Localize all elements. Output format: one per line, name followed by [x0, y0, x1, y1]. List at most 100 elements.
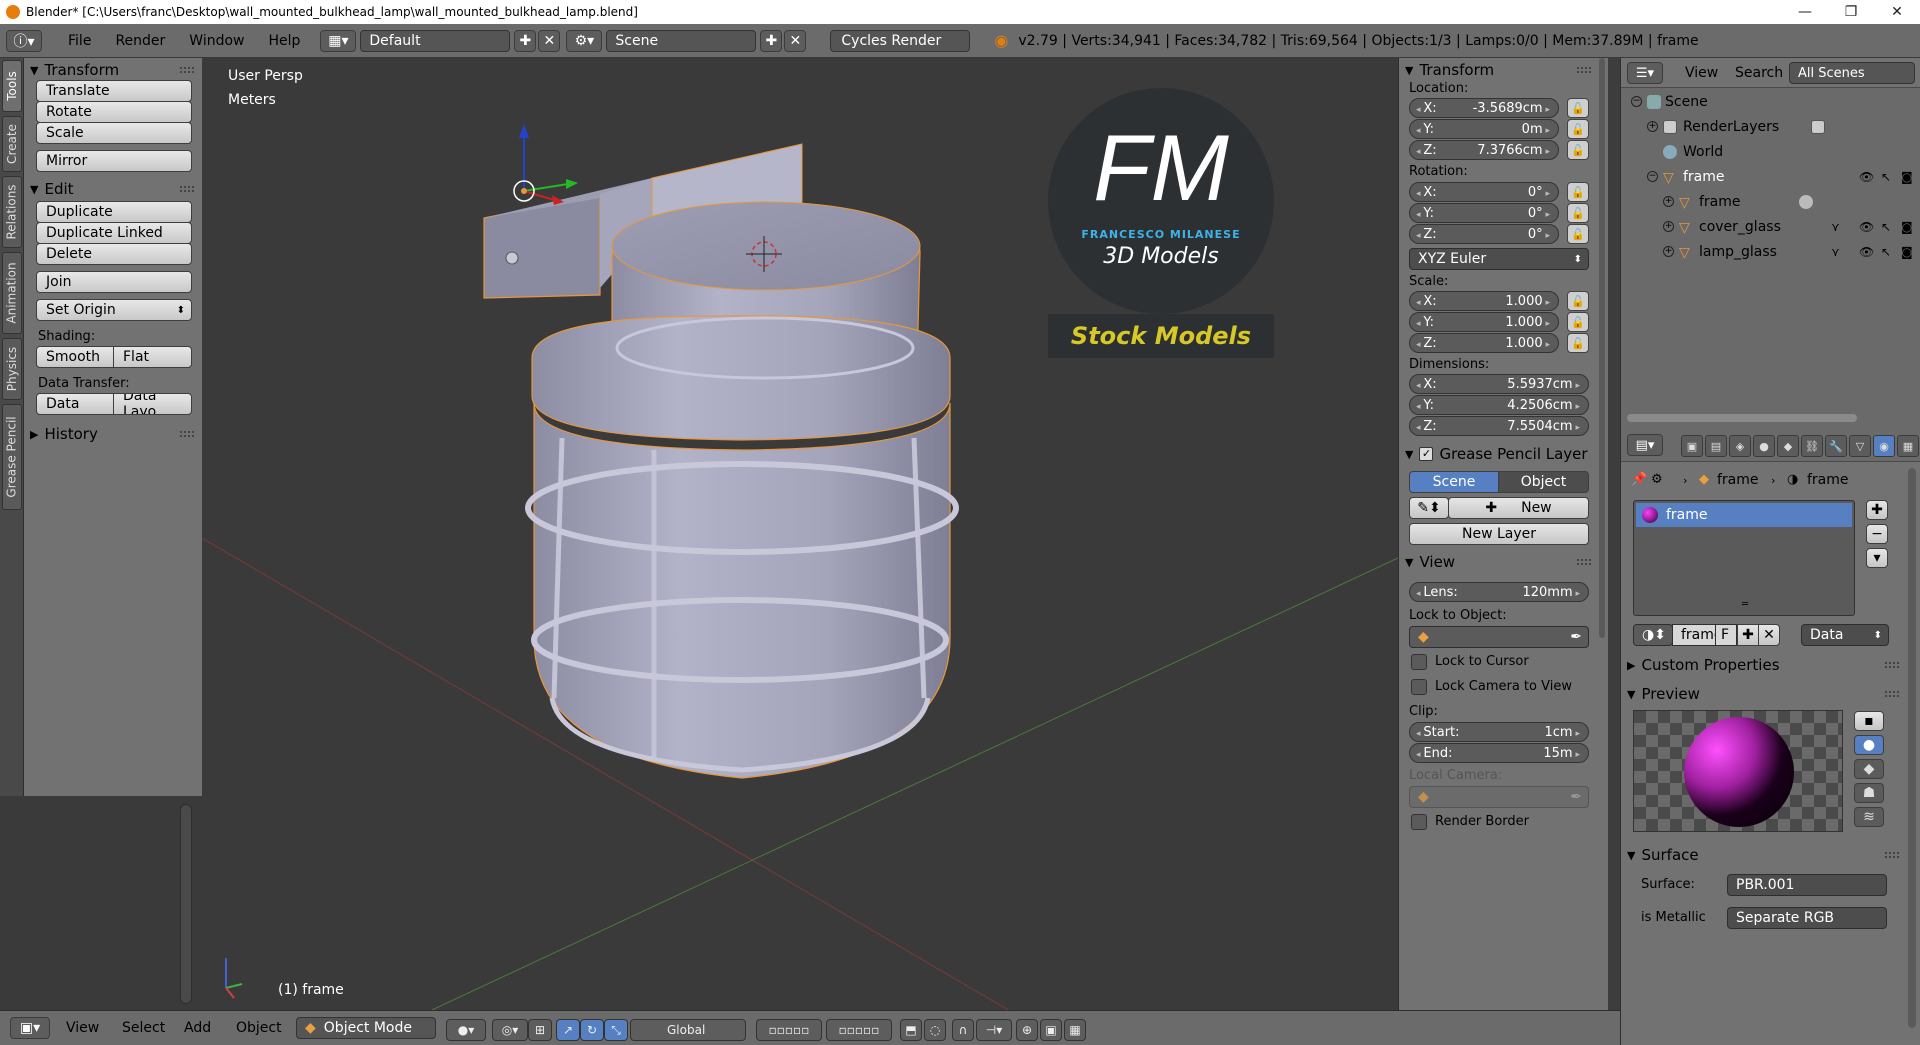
view-panel-header[interactable]: ▼ View — [1399, 550, 1599, 574]
3d-viewport[interactable]: User Persp Meters (1) frame FM FRANCESCO… — [202, 58, 1398, 1024]
editor-type-outliner-icon[interactable]: ☰▾ — [1627, 62, 1663, 84]
drag-grip-icon[interactable] — [1885, 662, 1899, 668]
lock-icon[interactable]: 🔓 — [1567, 203, 1589, 223]
selectable-arrow-icon[interactable]: ↖ — [1881, 220, 1891, 234]
world-tab-icon[interactable]: ● — [1753, 435, 1775, 457]
renderable-camera-icon[interactable]: ◙ — [1901, 170, 1913, 184]
new-material-icon[interactable]: ✚ — [1737, 624, 1759, 646]
menu-render[interactable]: Render — [103, 33, 177, 49]
snap-element-icon[interactable]: ⊣▾ — [976, 1019, 1012, 1041]
lock-icon[interactable]: 🔓 — [1567, 333, 1589, 353]
lock-icon[interactable]: 🔓 — [1567, 224, 1589, 244]
render-preview-icon[interactable]: ▣ — [1040, 1019, 1062, 1041]
new-layer-button[interactable]: New Layer — [1409, 523, 1589, 545]
lock-icon[interactable]: 🔓 — [1567, 98, 1589, 118]
collapse-icon[interactable]: − — [1647, 171, 1658, 182]
preview-hair-icon[interactable]: ≋ — [1854, 807, 1884, 827]
delete-button[interactable]: Delete — [36, 243, 192, 265]
set-origin-dropdown[interactable]: Set Origin ⬍ — [36, 299, 192, 321]
rotation-x-field[interactable]: X: 0° — [1409, 182, 1559, 202]
clip-end-field[interactable]: End: 15m — [1409, 743, 1589, 763]
preview-flat-icon[interactable]: ▪ — [1854, 711, 1884, 731]
pin-icon[interactable]: 📌 — [1631, 472, 1647, 487]
properties-scrollbar[interactable] — [1908, 468, 1916, 1028]
lock-camera-checkbox[interactable] — [1411, 679, 1427, 695]
lock-icon[interactable]: 🔓 — [1567, 140, 1589, 160]
add-menu[interactable]: Add — [184, 1020, 211, 1036]
texture-tab-icon[interactable]: ▦ — [1897, 435, 1919, 457]
smooth-shading-button[interactable]: Smooth — [36, 346, 114, 368]
rotation-y-field[interactable]: Y: 0° — [1409, 203, 1559, 223]
screen-layout-field[interactable]: Default — [360, 29, 511, 52]
render-engine-select[interactable]: Cycles Render — [830, 29, 971, 52]
renderable-camera-icon[interactable]: ◙ — [1901, 245, 1913, 259]
surface-header[interactable]: ▼ Surface — [1621, 843, 1907, 867]
grease-object-toggle[interactable]: Object — [1498, 471, 1589, 493]
rotate-manipulator-icon[interactable]: ↻ — [580, 1019, 604, 1041]
data-transfer-button[interactable]: Data — [36, 393, 114, 415]
grease-pencil-icon[interactable]: ✎⬍ — [1409, 497, 1449, 519]
browse-material-icon[interactable]: ◑⬍ — [1633, 624, 1673, 646]
lock-icon[interactable]: 🔓 — [1567, 119, 1589, 139]
material-name-field[interactable]: frame — [1672, 624, 1723, 646]
dimension-z-field[interactable]: Z: 7.5504cm — [1409, 416, 1589, 436]
tab-create[interactable]: Create — [2, 116, 22, 172]
history-panel-header[interactable]: ▶ History — [24, 422, 202, 446]
pivot-point-icon[interactable]: ◎▾ — [492, 1019, 528, 1041]
outliner-view-menu[interactable]: View — [1685, 65, 1718, 81]
render-layers-tab-icon[interactable]: ▤ — [1705, 435, 1727, 457]
selectable-arrow-icon[interactable]: ↖ — [1881, 170, 1891, 184]
gizmo-z-arrow-icon[interactable] — [519, 124, 529, 138]
maximize-button[interactable]: ❐ — [1828, 0, 1874, 24]
outliner-row-frame-object[interactable]: − ▽ frame 👁 ↖ ◙ — [1621, 164, 1920, 189]
rotate-button[interactable]: Rotate — [36, 101, 192, 123]
material-slot-list[interactable]: frame ═ — [1633, 500, 1855, 616]
drag-grip-icon[interactable] — [1577, 67, 1591, 73]
viewport-shading-icon[interactable]: ●▾ — [446, 1019, 486, 1041]
dimension-x-field[interactable]: X: 5.5937cm — [1409, 374, 1589, 394]
outliner-row-world[interactable]: World — [1621, 139, 1920, 164]
close-window-button[interactable]: ✕ — [1874, 0, 1920, 24]
view-menu[interactable]: View — [66, 1020, 99, 1036]
proportional-editing-icon[interactable]: ◌ — [924, 1019, 946, 1041]
metallic-input-dropdown[interactable]: Separate RGB — [1727, 907, 1887, 929]
scene-layers-grid-2[interactable]: ▫▫▫▫▫ — [826, 1019, 892, 1041]
dimension-y-field[interactable]: Y: 4.2506cm — [1409, 395, 1589, 415]
n-panel-scrollbar[interactable] — [1599, 58, 1605, 638]
visibility-eye-icon[interactable]: 👁 — [1859, 245, 1874, 259]
grease-scene-toggle[interactable]: Scene — [1409, 471, 1499, 493]
scene-layers-grid[interactable]: ▫▫▫▫▫ — [756, 1019, 822, 1041]
editor-type-info-icon[interactable]: ⓘ▾ — [6, 29, 42, 52]
drag-grip-icon[interactable] — [1885, 852, 1899, 858]
editor-type-properties-icon[interactable]: ▤▾ — [1627, 434, 1663, 456]
renderable-camera-icon[interactable]: ◙ — [1901, 220, 1913, 234]
outliner-row-cover-glass[interactable]: + ▽ cover_glass ⋎ 👁 ↖ ◙ — [1621, 214, 1920, 239]
tool-shelf-scrollbar[interactable] — [180, 804, 192, 1004]
translate-manipulator-icon[interactable]: ↗ — [556, 1019, 580, 1041]
list-resize-grip-icon[interactable]: ═ — [1742, 599, 1748, 610]
drag-grip-icon[interactable] — [1885, 691, 1899, 697]
drag-grip-icon[interactable] — [180, 186, 194, 192]
tab-relations[interactable]: Relations — [2, 176, 22, 248]
scene-tab-icon[interactable]: ◈ — [1729, 435, 1751, 457]
outliner-row-scene[interactable]: − Scene — [1621, 89, 1920, 114]
gizmo-y-axis[interactable] — [523, 183, 569, 192]
visibility-eye-icon[interactable]: 👁 — [1859, 220, 1874, 234]
editor-type-3d-icon[interactable]: ▣▾ — [10, 1017, 50, 1039]
preview-cube-icon[interactable]: ◆ — [1854, 759, 1884, 779]
translate-button[interactable]: Translate — [36, 80, 192, 102]
display-mode-dropdown[interactable]: All Scenes — [1789, 62, 1915, 84]
lock-icon[interactable]: 🔓 — [1567, 312, 1589, 332]
minimize-button[interactable]: — — [1782, 0, 1828, 24]
modifiers-tab-icon[interactable]: 🔧 — [1825, 435, 1847, 457]
n-transform-header[interactable]: ▼ Transform — [1399, 58, 1599, 82]
remove-material-slot-button[interactable]: − — [1866, 524, 1888, 544]
duplicate-button[interactable]: Duplicate — [36, 201, 192, 223]
outliner-search-menu[interactable]: Search — [1735, 65, 1783, 81]
transform-orientation-dropdown[interactable]: Global — [630, 1019, 746, 1041]
gizmo-y-arrow-icon[interactable] — [566, 179, 578, 189]
surface-shader-dropdown[interactable]: PBR.001 — [1727, 874, 1887, 896]
constraints-tab-icon[interactable]: ⛓ — [1801, 435, 1823, 457]
gizmo-x-axis[interactable] — [523, 190, 555, 201]
drag-grip-icon[interactable] — [1577, 559, 1591, 565]
